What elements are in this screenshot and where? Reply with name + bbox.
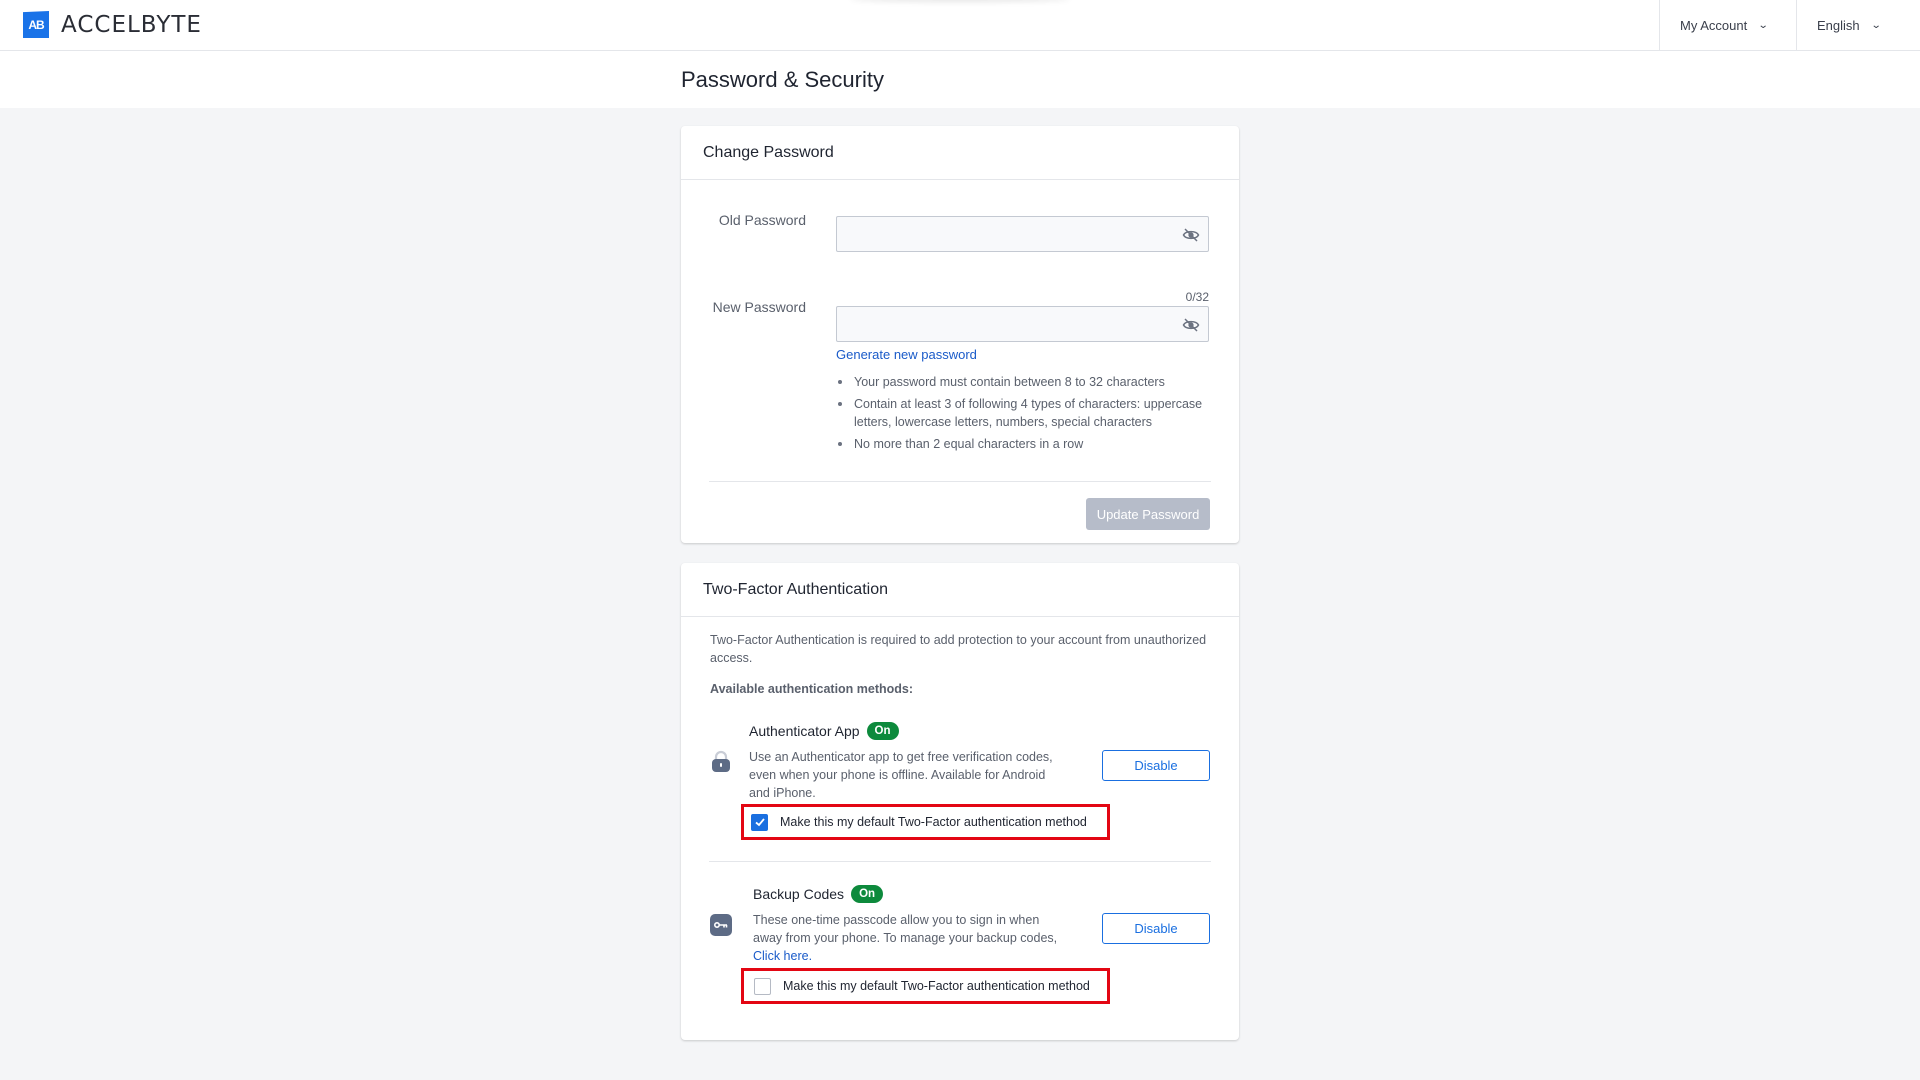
language-dropdown[interactable]: English ⌄ [1796, 0, 1920, 51]
authenticator-default-label: Make this my default Two-Factor authenti… [780, 815, 1087, 829]
backup-codes-default-highlight: Make this my default Two-Factor authenti… [741, 968, 1110, 1004]
lock-icon [712, 750, 730, 772]
backup-codes-title: Backup Codes On [753, 885, 884, 903]
backup-codes-default-label: Make this my default Two-Factor authenti… [783, 979, 1090, 993]
method-name: Authenticator App [749, 723, 860, 739]
two-factor-card: Two-Factor Authentication Two-Factor Aut… [681, 563, 1239, 1040]
title-band: Password & Security [0, 51, 1920, 108]
change-password-card: Change Password Old Password 0/32 New Pa… [681, 126, 1239, 543]
logo-mark-icon: AB [23, 11, 49, 38]
divider [709, 861, 1211, 862]
my-account-dropdown[interactable]: My Account ⌄ [1659, 0, 1796, 51]
password-rules: Your password must contain between 8 to … [836, 373, 1216, 457]
accelbyte-logo[interactable]: AB ACCELBYTE [23, 11, 202, 38]
backup-codes-default-checkbox[interactable] [754, 977, 771, 995]
top-navbar: AB ACCELBYTE My Account ⌄ English ⌄ [0, 0, 1920, 51]
authenticator-app-title: Authenticator App On [749, 722, 899, 740]
check-icon [754, 818, 765, 827]
old-password-field[interactable] [836, 216, 1209, 252]
backup-codes-text: These one-time passcode allow you to sig… [753, 913, 1058, 945]
password-rule: Contain at least 3 of following 4 types … [836, 395, 1216, 431]
page-title: Password & Security [681, 67, 884, 92]
eye-off-icon[interactable] [1182, 316, 1200, 334]
change-password-header: Change Password [681, 126, 1239, 180]
eye-off-icon[interactable] [1182, 226, 1200, 244]
password-rule: Your password must contain between 8 to … [836, 373, 1216, 391]
backup-codes-description: These one-time passcode allow you to sig… [753, 911, 1068, 965]
status-badge: On [851, 885, 884, 903]
chevron-down-icon: ⌄ [1870, 20, 1882, 31]
authenticator-app-description: Use an Authenticator app to get free ver… [749, 750, 1053, 800]
two-factor-header: Two-Factor Authentication [681, 563, 1239, 617]
status-badge: On [866, 722, 899, 740]
new-password-counter: 0/32 [1185, 290, 1209, 304]
disable-backup-codes-button[interactable]: Disable [1102, 913, 1210, 944]
update-password-button[interactable]: Update Password [1086, 498, 1210, 530]
key-icon [710, 914, 732, 936]
new-password-label: New Password [712, 299, 806, 315]
generate-password-link[interactable]: Generate new password [836, 347, 977, 362]
old-password-label: Old Password [718, 212, 806, 228]
disable-authenticator-button[interactable]: Disable [1102, 750, 1210, 781]
my-account-label: My Account [1680, 18, 1748, 33]
available-methods-label: Available authentication methods: [710, 682, 914, 696]
method-name: Backup Codes [753, 886, 845, 902]
authenticator-default-highlight: Make this my default Two-Factor authenti… [741, 804, 1110, 840]
divider [709, 481, 1211, 482]
chevron-down-icon: ⌄ [1757, 20, 1769, 31]
password-rule: No more than 2 equal characters in a row [836, 435, 1216, 453]
two-factor-description: Two-Factor Authentication is required to… [710, 633, 1207, 665]
logo-text: ACCELBYTE [61, 11, 202, 38]
language-label: English [1817, 18, 1860, 33]
new-password-field[interactable] [836, 306, 1209, 342]
authenticator-default-checkbox[interactable] [751, 813, 768, 831]
manage-backup-codes-link[interactable]: Click here. [753, 949, 812, 963]
